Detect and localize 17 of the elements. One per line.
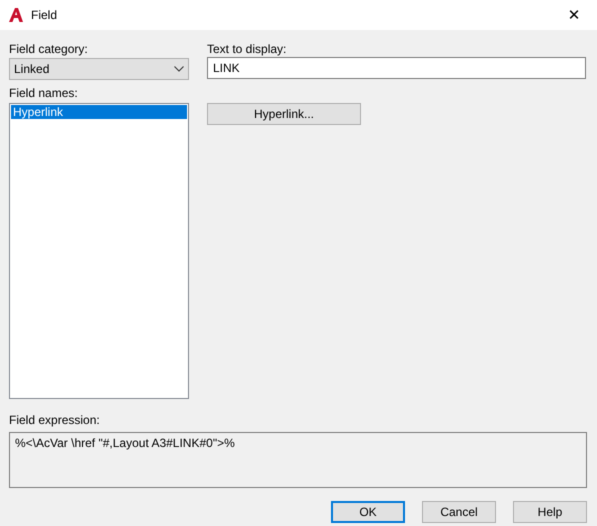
field-names-label: Field names:	[9, 85, 79, 101]
field-names-list[interactable]: Hyperlink	[9, 103, 189, 399]
list-item[interactable]: Hyperlink	[11, 105, 187, 119]
field-expression-label: Field expression:	[9, 412, 101, 428]
hyperlink-button[interactable]: Hyperlink...	[207, 103, 361, 125]
dialog-button[interactable]: Cancel	[422, 501, 496, 523]
dialog-button[interactable]: Help	[513, 501, 587, 523]
field-category-dropdown[interactable]: Linked	[9, 58, 189, 80]
close-button[interactable]: ✕	[551, 0, 597, 30]
dialog-button[interactable]: OK	[331, 501, 405, 523]
chevron-down-icon	[174, 66, 184, 72]
logo-icon	[8, 7, 24, 23]
text-to-display-label: Text to display:	[207, 41, 288, 57]
text-to-display-field[interactable]: LINK	[207, 57, 586, 79]
field-category-label: Field category:	[9, 41, 89, 57]
window-title: Field	[31, 8, 58, 22]
field-expression-text: %<\AcVar \href "#,Layout A3#LINK#0">%	[15, 436, 235, 450]
